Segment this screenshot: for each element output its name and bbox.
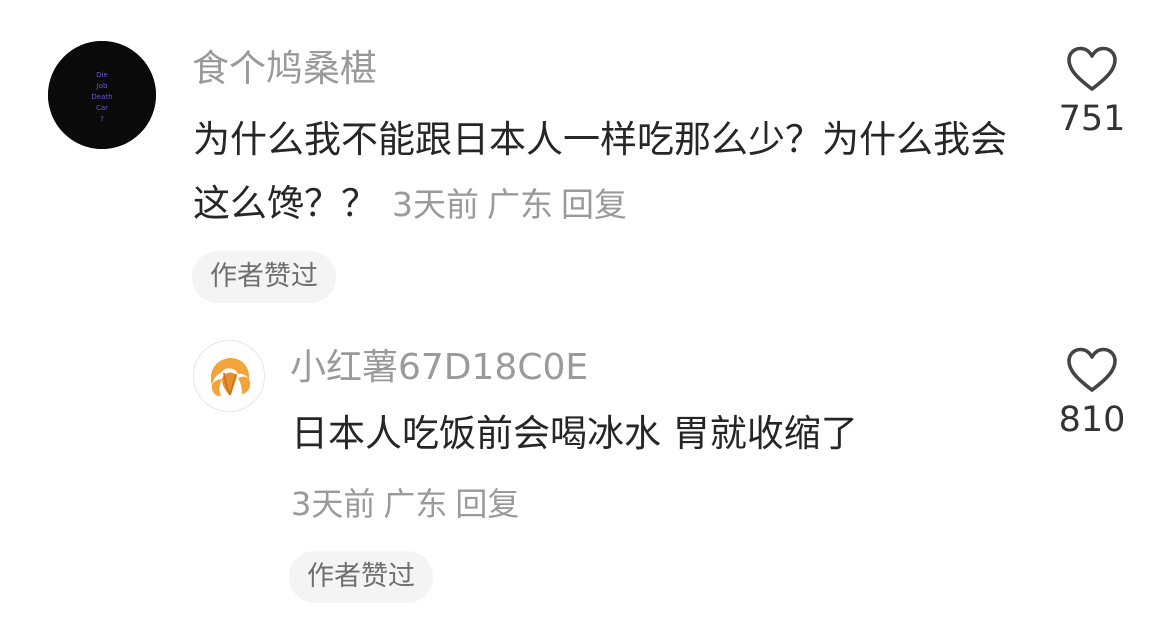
comment-location: 广东: [487, 185, 553, 224]
avatar-text-4: Car: [96, 104, 108, 112]
comment-meta: 3天前 广东 回复: [291, 482, 527, 526]
avatar-image: Die Job Death Car ?: [48, 41, 156, 149]
like-button[interactable]: 810: [1042, 347, 1142, 438]
like-count: 751: [1058, 99, 1126, 139]
heart-outline-icon[interactable]: [1066, 347, 1118, 393]
avatar[interactable]: Die Job Death Car ?: [48, 41, 156, 149]
reply-button[interactable]: 回复: [455, 485, 519, 523]
avatar-text-2: Job: [96, 82, 108, 90]
comment-time: 3天前: [291, 485, 376, 523]
avatar-text-1: Die: [96, 71, 108, 79]
author-liked-badge: 作者赞过: [192, 251, 336, 303]
like-count: 810: [1058, 400, 1126, 440]
like-button[interactable]: 751: [1042, 46, 1142, 137]
comment-text: 日本人吃饭前会喝冰水 胃就收缩了: [291, 412, 858, 455]
reply-button[interactable]: 回复: [561, 185, 627, 224]
avatar[interactable]: [193, 340, 265, 412]
heart-outline-icon[interactable]: [1066, 46, 1118, 92]
username[interactable]: 食个鸠桑椹: [192, 50, 377, 87]
comment-meta: 3天前 广东 回复: [392, 185, 635, 224]
comment-time: 3天前: [392, 185, 479, 224]
comment-location: 广东: [383, 485, 448, 523]
croissant-icon: [210, 358, 251, 397]
comment-body: 为什么我不能跟日本人一样吃那么少？为什么我会这么馋？？ 3天前 广东 回复: [193, 108, 1013, 237]
username[interactable]: 小红薯67D18C0E: [290, 350, 588, 386]
avatar-text-3: Death: [91, 93, 112, 101]
author-liked-badge: 作者赞过: [289, 551, 433, 603]
avatar-text-5: ?: [100, 115, 104, 123]
